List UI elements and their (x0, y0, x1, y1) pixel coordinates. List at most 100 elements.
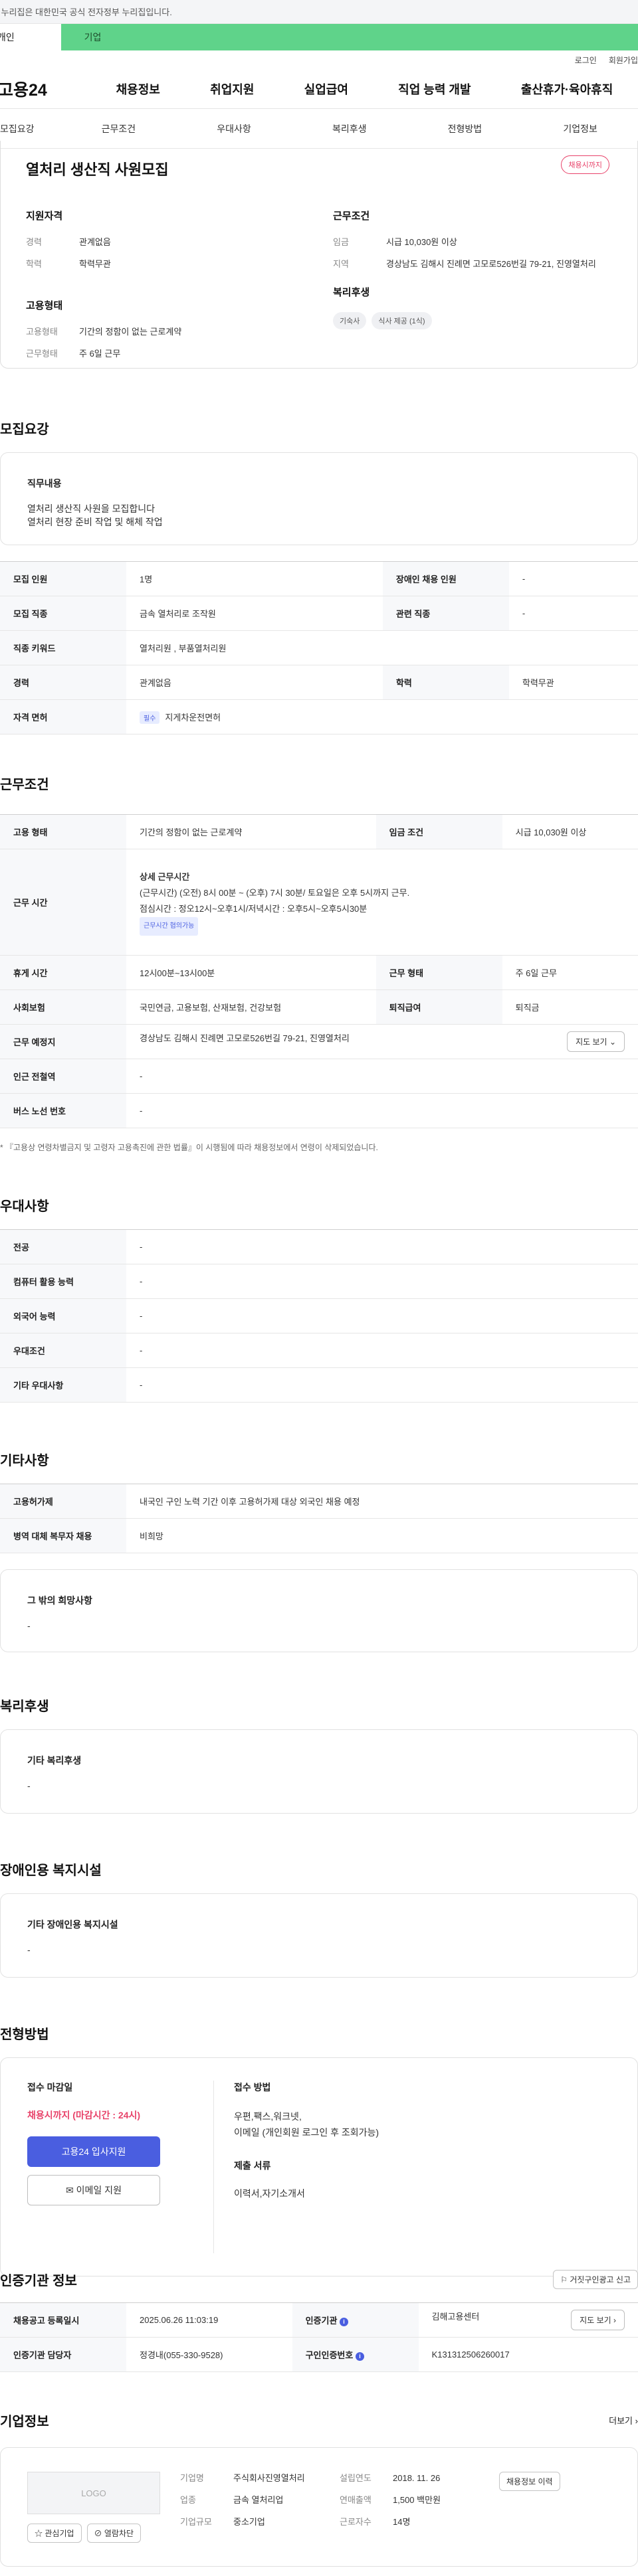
cell-value: 지게차운전면허 (165, 712, 221, 723)
cell-label: 근무 형태 (375, 955, 502, 990)
pref-section: 우대사항 전공 - 컴퓨터 활용 능력 - 외국어 능력 - 우대조건 - 기타 우대사… (0, 1195, 638, 1403)
value: 학력무관 (79, 259, 111, 269)
cert-section: 인증기관 정보 ⚐ 거짓구인광고 신고 채용공고 등록일시 2025.06.26 … (0, 2270, 638, 2372)
time-line: (근무시간) (오전) 8시 00분 ~ (오후) 7시 30분/ 토요일은 오… (140, 887, 410, 898)
value: 관계없음 (79, 237, 111, 247)
disab-box: 기타 장애인용 복지시설 - (0, 1893, 638, 1978)
welfare-box-heading: 기타 복리후생 (27, 1755, 82, 1766)
more-label: 더보기 (609, 2416, 633, 2426)
value: 금속 열처리업 (233, 2495, 284, 2505)
welfare-tag: 식사 제공 (1식) (372, 312, 432, 329)
label: 설립연도 (340, 2473, 372, 2483)
login-link[interactable]: 로그인 (575, 54, 597, 66)
welfare-heading: 복리후생 (333, 287, 370, 298)
subnav-company[interactable]: 기업정보 (522, 122, 638, 135)
etc-table: 고용허가제 내국인 구인 노력 기간 이후 고용허가제 대상 외국인 채용 예정 … (0, 1484, 638, 1553)
welfare-section-heading: 복리후생 (0, 1699, 49, 1714)
global-nav: 고용24 채용정보 취업지원 실업급여 직업 능력 개발 출산휴가·육아휴직 (0, 69, 638, 109)
value: 중소기업 (233, 2517, 265, 2527)
map-button[interactable]: 지도 보기 ⌄ (567, 1031, 625, 1052)
chevron-right-icon: › (613, 2316, 616, 2325)
method-value: 이메일 (개인회원 로그인 후 조회가능) (234, 2127, 379, 2138)
subnav-work[interactable]: 근무조건 (61, 122, 177, 135)
recruit-history-button[interactable]: 채용정보 이력 (499, 2472, 560, 2491)
apply-box: 접수 마감일 채용시까지 (마감시간 : 24시) 고용24 입사지원 ✉ 이메… (0, 2057, 638, 2276)
time-line: 점심시간 : 정오12시~오후1시/저녁시간 : 오후5시~오후5시30분 (140, 903, 368, 914)
chevron-right-icon: › (635, 2416, 638, 2426)
report-fake-ad-button[interactable]: ⚐ 거짓구인광고 신고 (553, 2270, 638, 2289)
duty-line: 열처리 현장 준비 작업 및 해체 작업 (27, 517, 163, 527)
cell-label: 퇴직급여 (375, 989, 502, 1025)
tab-individual[interactable]: 개인 (0, 24, 61, 50)
cell-value: 경상남도 김해시 진례면 고모로526번길 79-21, 진영열처리 (140, 1033, 350, 1043)
table-row: 채용공고 등록일시 2025.06.26 11:03:19 인증기관 i 김해고용센터… (0, 2302, 638, 2338)
cell-value: 학력무관 (508, 665, 638, 700)
required-badge: 필수 (140, 711, 160, 724)
fav-label: 관심기업 (45, 2529, 74, 2538)
cell-value: - (126, 1264, 638, 1299)
cell-value: - (126, 1367, 638, 1403)
job-summary-card: 열처리 생산직 사원모집 채용시까지 지원자격 경력 관계없음 학력 학력무관 고용… (0, 141, 638, 369)
status-badge: 채용시까지 (561, 155, 609, 174)
cell-label: 자격 면허 (0, 699, 126, 734)
recruit-table: 모집 인원 1명 장애인 채용 인원 - 모집 직종 금속 열처리로 조작원 관련 직종 -… (0, 561, 638, 734)
cell-value: - (126, 1333, 638, 1368)
table-row: 병역 대체 복무자 채용 비희망 (0, 1518, 638, 1553)
table-row: 휴게 시간 12시00분~13시00분 근무 형태 주 6일 근무 (0, 955, 638, 990)
tab-enterprise[interactable]: 기업 (61, 24, 124, 50)
cell-label: 휴게 시간 (0, 955, 126, 990)
table-row: 경력 관계없음 학력 학력무관 (0, 665, 638, 700)
cell-label: 근무 예정지 (0, 1024, 126, 1059)
recruit-section: 모집요강 직무내용 열처리 생산직 사원을 모집합니다 열처리 현장 준비 작업… (0, 418, 638, 734)
value: 기간의 정함이 없는 근로계약 (79, 327, 182, 337)
age-notice: * 『고용상 연령차별금지 및 고령자 고용촉진에 관한 법률』이 시행됨에 따… (0, 1143, 378, 1152)
disab-box-heading: 기타 장애인용 복지시설 (27, 1919, 118, 1930)
more-link[interactable]: 더보기 › (609, 2414, 638, 2427)
apply-button[interactable]: 고용24 입사지원 (27, 2136, 160, 2167)
label: 기업규모 (180, 2517, 212, 2527)
cond-heading: 근무조건 (333, 211, 370, 222)
deadline-heading: 접수 마감일 (27, 2082, 73, 2093)
hope-heading: 그 밖의 희망사항 (27, 1595, 92, 1606)
welfare-tag: 기숙사 (333, 312, 367, 329)
info-icon[interactable]: i (355, 2352, 364, 2361)
gnb-item-training[interactable]: 직업 능력 개발 (398, 80, 471, 98)
subnav-recruit[interactable]: 모집요강 (0, 122, 35, 135)
subnav-apply[interactable]: 전형방법 (407, 122, 523, 135)
apply-heading: 전형방법 (0, 2027, 49, 2042)
recruit-heading: 모집요강 (0, 422, 49, 437)
report-label: 거짓구인광고 신고 (570, 2275, 631, 2284)
value: 14명 (393, 2517, 411, 2527)
gnb-item-support[interactable]: 취업지원 (210, 80, 254, 98)
cell-value: 관계없음 (126, 665, 383, 700)
join-link[interactable]: 회원가입 (609, 54, 638, 66)
apply-section: 전형방법 접수 마감일 채용시까지 (마감시간 : 24시) 고용24 입사지원… (0, 2023, 638, 2276)
cell-value: 2025.06.26 11:03:19 (126, 2302, 292, 2338)
welfare-box: 기타 복리후생 - (0, 1729, 638, 1814)
gnb-item-leave[interactable]: 출산휴가·육아휴직 (521, 80, 613, 98)
site-logo[interactable]: 고용24 (0, 77, 91, 101)
cert-map-button[interactable]: 지도 보기 › (571, 2310, 625, 2330)
hope-box: 그 밖의 희망사항 - (0, 1569, 638, 1652)
cert-heading: 인증기관 정보 (0, 2274, 77, 2288)
welfare-section: 복리후생 기타 복리후생 - (0, 1695, 638, 1814)
block-label: 열람차단 (104, 2529, 134, 2538)
mail-icon: ✉ (66, 2185, 74, 2195)
cell-label: 모집 직종 (0, 596, 126, 631)
gnb-item-unemployment[interactable]: 실업급여 (304, 80, 348, 98)
email-apply-button[interactable]: ✉ 이메일 지원 (27, 2175, 160, 2205)
label: 학력 (26, 259, 42, 269)
pref-table: 전공 - 컴퓨터 활용 능력 - 외국어 능력 - 우대조건 - 기타 우대사항 - (0, 1229, 638, 1403)
method-value: 우편,팩스,워크넷, (234, 2111, 302, 2122)
cert-table: 채용공고 등록일시 2025.06.26 11:03:19 인증기관 i 김해고용센터… (0, 2302, 638, 2372)
etc-section: 기타사항 고용허가제 내국인 구인 노력 기간 이후 고용허가제 대상 외국인 채… (0, 1450, 638, 1652)
block-view-button[interactable]: ⊘ 열람차단 (86, 2524, 142, 2543)
favorite-company-button[interactable]: ☆ 관심기업 (27, 2524, 82, 2543)
info-icon[interactable]: i (340, 2318, 349, 2326)
cell-value: K131312506260017 (418, 2337, 638, 2372)
gnb-item-jobs[interactable]: 채용정보 (116, 80, 160, 98)
table-row: 컴퓨터 활용 능력 - (0, 1264, 638, 1299)
subnav-pref[interactable]: 우대사항 (176, 122, 292, 135)
subnav-welfare[interactable]: 복리후생 (292, 122, 407, 135)
email-apply-label: 이메일 지원 (76, 2185, 122, 2195)
